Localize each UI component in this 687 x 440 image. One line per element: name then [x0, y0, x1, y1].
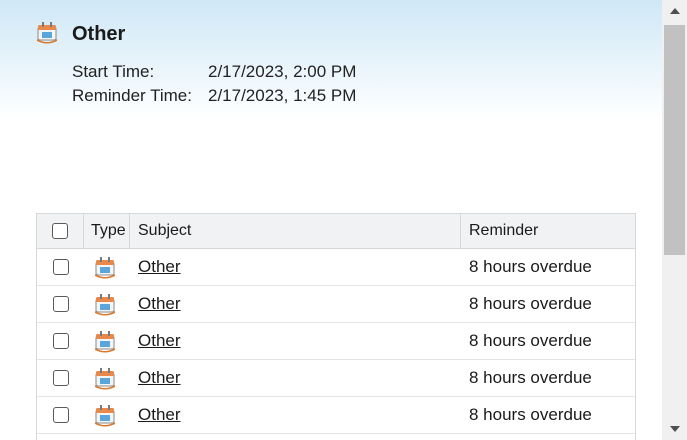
row-checkbox-cell [37, 249, 84, 285]
row-type-cell [84, 397, 130, 433]
subject-link[interactable]: Other [138, 331, 181, 351]
column-header-subject[interactable]: Subject [130, 214, 461, 248]
row-subject-cell: Other [130, 323, 461, 359]
row-reminder-cell: 8 hours overdue [469, 294, 592, 313]
row-checkbox[interactable] [52, 407, 69, 423]
subject-link[interactable]: Other [138, 257, 181, 277]
vertical-scrollbar[interactable] [662, 0, 687, 440]
select-all-checkbox[interactable] [52, 223, 68, 239]
calendar-appointment-icon [37, 22, 57, 44]
start-time-label: Start Time: [72, 62, 155, 81]
row-type-cell [84, 323, 130, 359]
row-reminder-cell: 8 hours overdue [469, 405, 592, 424]
scroll-down-button[interactable] [662, 418, 687, 440]
row-checkbox-cell [37, 286, 84, 322]
start-time-value: 2/17/2023, 2:00 PM [208, 62, 357, 81]
calendar-appointment-icon [95, 331, 115, 353]
row-checkbox[interactable] [52, 259, 69, 275]
calendar-appointment-icon [95, 368, 115, 390]
row-checkbox-cell [37, 360, 84, 396]
subject-link[interactable]: Other [138, 368, 181, 388]
subject-link[interactable]: Other [138, 405, 181, 425]
row-checkbox-cell [37, 323, 84, 359]
start-time-row: Start Time: 2/17/2023, 2:00 PM [72, 62, 356, 82]
row-type-cell [84, 249, 130, 285]
table-header: Type Subject Reminder [37, 214, 635, 249]
row-checkbox-cell [37, 397, 84, 433]
table-row [37, 434, 635, 440]
row-checkbox[interactable] [52, 370, 69, 386]
row-checkbox[interactable] [52, 296, 69, 312]
row-type-cell [84, 360, 130, 396]
calendar-appointment-icon [95, 257, 115, 279]
reminder-time-value: 2/17/2023, 1:45 PM [208, 86, 357, 105]
row-subject-cell: Other [130, 360, 461, 396]
arrow-down-icon [669, 426, 680, 432]
column-header-reminder[interactable]: Reminder [461, 214, 635, 248]
reminder-time-row: Reminder Time: 2/17/2023, 1:45 PM [72, 86, 356, 106]
column-header-type[interactable]: Type [84, 214, 130, 248]
reminder-window: Other Start Time: 2/17/2023, 2:00 PM Remi… [0, 0, 662, 440]
row-subject-cell: Other [130, 397, 461, 433]
table-row[interactable]: Other 8 hours overdue [37, 286, 635, 323]
table-row[interactable]: Other 8 hours overdue [37, 360, 635, 397]
table-body: Other 8 hours overdue Other 8 hours over… [37, 249, 635, 440]
subject-link[interactable]: Other [138, 294, 181, 314]
row-reminder-cell: 8 hours overdue [469, 368, 592, 387]
arrow-up-icon [669, 8, 680, 14]
row-reminder-cell: 8 hours overdue [469, 257, 592, 276]
row-reminder-cell: 8 hours overdue [469, 331, 592, 350]
reminder-title: Other [72, 23, 126, 45]
table-row[interactable]: Other 8 hours overdue [37, 323, 635, 360]
calendar-appointment-icon [95, 405, 115, 427]
reminder-time-label: Reminder Time: [72, 86, 192, 105]
calendar-appointment-icon [95, 294, 115, 316]
row-subject-cell: Other [130, 286, 461, 322]
row-type-cell [84, 286, 130, 322]
scroll-up-button[interactable] [662, 0, 687, 22]
header-checkbox-cell [37, 214, 84, 248]
row-checkbox[interactable] [52, 333, 69, 349]
reminders-table: Type Subject Reminder Other 8 hours over… [36, 213, 636, 440]
table-row[interactable]: Other 8 hours overdue [37, 249, 635, 286]
scroll-thumb[interactable] [664, 25, 685, 255]
table-row[interactable]: Other 8 hours overdue [37, 397, 635, 434]
row-subject-cell: Other [130, 249, 461, 285]
